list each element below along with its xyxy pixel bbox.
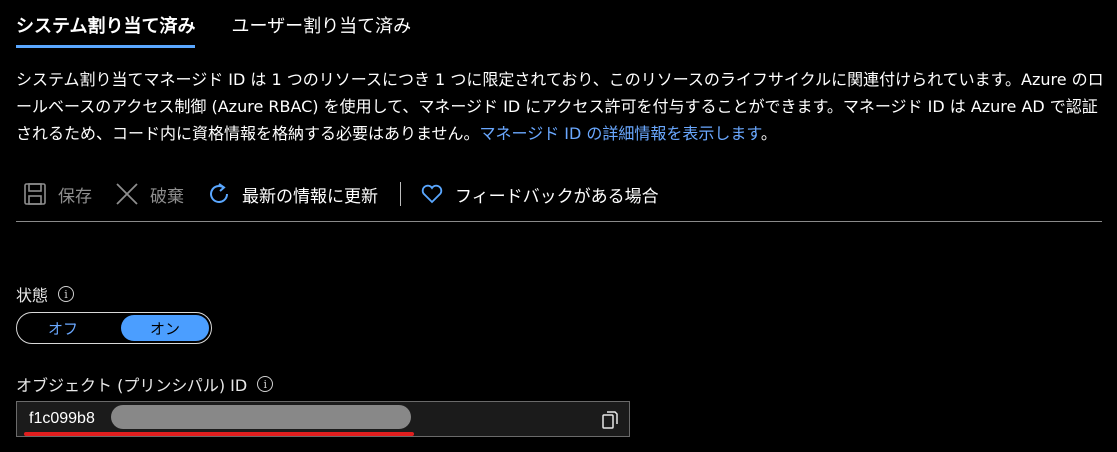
status-off-option[interactable]: オフ [19,315,107,341]
toolbar-separator [400,182,401,206]
object-id-label-row: オブジェクト (プリンシパル) ID i [16,372,274,396]
managed-identity-page: システム割り当て済み ユーザー割り当て済み システム割り当てマネージド ID は… [0,0,1117,452]
status-toggle[interactable]: オフ オン [16,312,212,344]
status-label-row: 状態 i [16,282,75,306]
tab-user-assigned[interactable]: ユーザー割り当て済み [231,0,411,50]
heart-icon [419,181,445,207]
status-on-option[interactable]: オン [121,315,209,341]
info-icon[interactable]: i [257,376,274,392]
tab-system-assigned[interactable]: システム割り当て済み [16,0,196,50]
identity-tabs: システム割り当て済み ユーザー割り当て済み [16,0,411,50]
info-icon[interactable]: i [58,286,75,302]
redaction-overlay [111,405,411,429]
refresh-icon [206,181,232,207]
description-end: 。 [760,124,777,143]
divider [16,221,1102,222]
copy-icon[interactable] [601,410,619,430]
close-icon [114,181,140,207]
red-underline-annotation [24,432,414,436]
save-label: 保存 [58,186,92,207]
discard-button[interactable]: 破棄 [114,181,206,207]
description: システム割り当てマネージド ID は 1 つのリソースにつき 1 つに限定されて… [16,66,1106,147]
command-bar: 保存 破棄 最新の情報に更新 フィードバックがある場合 [22,176,681,212]
learn-more-link[interactable]: マネージド ID の詳細情報を表示します [480,124,761,143]
refresh-button[interactable]: 最新の情報に更新 [206,181,400,207]
save-icon [22,181,48,207]
feedback-button[interactable]: フィードバックがある場合 [419,181,681,207]
save-button[interactable]: 保存 [22,181,114,207]
refresh-label: 最新の情報に更新 [242,186,378,207]
discard-label: 破棄 [150,186,184,207]
status-label: 状態 [16,286,49,305]
object-id-label: オブジェクト (プリンシパル) ID [16,376,248,395]
feedback-label: フィードバックがある場合 [455,186,659,207]
object-id-value: f1c099b8 [29,410,95,427]
